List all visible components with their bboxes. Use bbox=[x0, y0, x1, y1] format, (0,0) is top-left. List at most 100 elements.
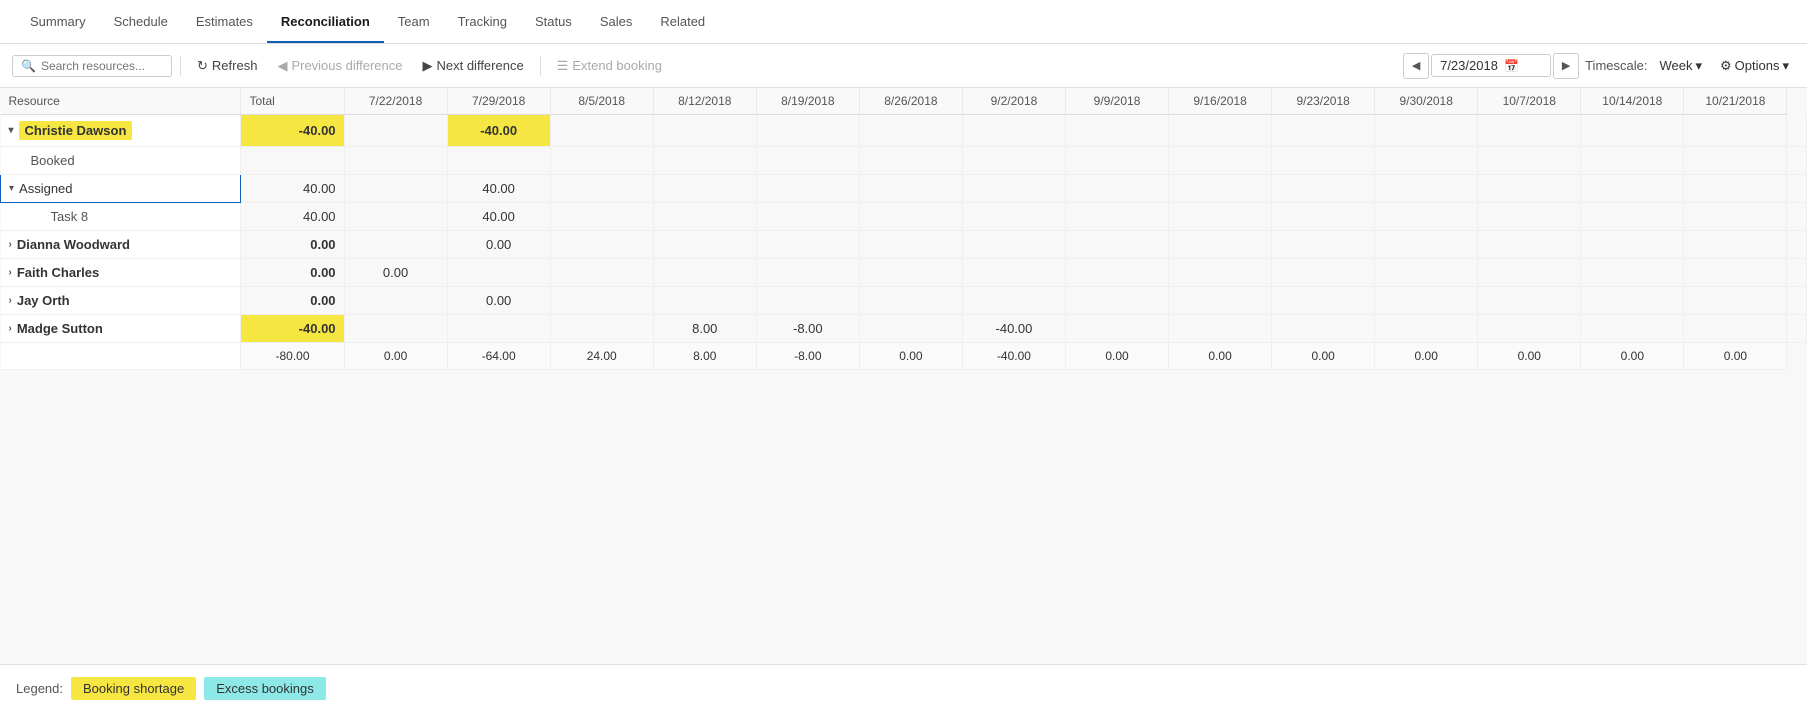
data-cell-2-8 bbox=[1169, 175, 1272, 203]
total-sum-12: 0.00 bbox=[1478, 343, 1581, 370]
data-cell-6-1: 0.00 bbox=[447, 287, 550, 315]
total-cell-6: 0.00 bbox=[241, 287, 344, 315]
search-box[interactable]: 🔍 bbox=[12, 55, 172, 77]
data-cell-4-0 bbox=[344, 231, 447, 259]
toolbar-separator-1 bbox=[180, 56, 181, 76]
data-cell-1-5 bbox=[859, 147, 962, 175]
nav-tab-schedule[interactable]: Schedule bbox=[100, 2, 182, 43]
data-cell-3-1: 40.00 bbox=[447, 203, 550, 231]
table-row: Task 840.0040.00 bbox=[1, 203, 1807, 231]
refresh-label: Refresh bbox=[212, 58, 258, 73]
nav-tab-summary[interactable]: Summary bbox=[16, 2, 100, 43]
total-sum-7: -40.00 bbox=[962, 343, 1065, 370]
gear-icon: ⚙ bbox=[1720, 58, 1732, 74]
data-cell-5-10 bbox=[1375, 259, 1478, 287]
data-cell-2-6 bbox=[962, 175, 1065, 203]
data-cell-6-14 bbox=[1787, 287, 1807, 315]
data-cell-7-4: -8.00 bbox=[756, 315, 859, 343]
total-sum-9: 0.00 bbox=[1169, 343, 1272, 370]
data-cell-5-7 bbox=[1065, 259, 1168, 287]
prev-difference-button[interactable]: ◀ Previous difference bbox=[269, 54, 410, 78]
col-header-12: 9/30/2018 bbox=[1375, 88, 1478, 115]
grid-header: ResourceTotal7/22/20187/29/20188/5/20188… bbox=[1, 88, 1807, 115]
resource-cell-7: › Madge Sutton bbox=[1, 315, 241, 343]
timescale-label: Timescale: bbox=[1585, 58, 1647, 73]
data-cell-1-4 bbox=[756, 147, 859, 175]
data-cell-2-10 bbox=[1375, 175, 1478, 203]
chevron-down-icon[interactable]: ▾ bbox=[9, 125, 14, 136]
extend-booking-button[interactable]: ☰ Extend booking bbox=[549, 54, 670, 78]
resource-name: ›Dianna Woodward bbox=[9, 237, 233, 252]
total-sum-14: 0.00 bbox=[1684, 343, 1787, 370]
resource-name: › Faith Charles bbox=[9, 265, 233, 280]
table-row[interactable]: ›Faith Charles0.000.00 bbox=[1, 259, 1807, 287]
data-cell-5-5 bbox=[859, 259, 962, 287]
nav-tab-status[interactable]: Status bbox=[521, 2, 586, 43]
data-cell-3-11 bbox=[1478, 203, 1581, 231]
nav-tab-related[interactable]: Related bbox=[646, 2, 719, 43]
refresh-button[interactable]: ↻ Refresh bbox=[189, 54, 265, 78]
next-difference-button[interactable]: ▶ Next difference bbox=[414, 54, 531, 78]
table-row[interactable]: ›Madge Sutton-40.008.00-8.00-40.00 bbox=[1, 315, 1807, 343]
data-cell-7-6: -40.00 bbox=[962, 315, 1065, 343]
nav-tab-team[interactable]: Team bbox=[384, 2, 444, 43]
data-cell-0-0 bbox=[344, 115, 447, 147]
timescale-select[interactable]: Week ▾ bbox=[1653, 55, 1708, 77]
data-cell-5-0: 0.00 bbox=[344, 259, 447, 287]
data-cell-6-5 bbox=[859, 287, 962, 315]
chevron-right-icon[interactable]: › bbox=[9, 323, 12, 334]
nav-tab-estimates[interactable]: Estimates bbox=[182, 2, 267, 43]
table-row[interactable]: ▾Assigned40.0040.00 bbox=[1, 175, 1807, 203]
data-cell-5-11 bbox=[1478, 259, 1581, 287]
col-header-14: 10/14/2018 bbox=[1581, 88, 1684, 115]
data-cell-4-7 bbox=[1065, 231, 1168, 259]
nav-tab-tracking[interactable]: Tracking bbox=[444, 2, 521, 43]
chevron-right-icon[interactable]: › bbox=[9, 267, 12, 278]
chevron-down-icon[interactable]: ▾ bbox=[9, 183, 14, 194]
data-cell-3-8 bbox=[1169, 203, 1272, 231]
nav-tab-sales[interactable]: Sales bbox=[586, 2, 647, 43]
table-row[interactable]: ▾Christie Dawson-40.00-40.00 bbox=[1, 115, 1807, 147]
date-prev-button[interactable]: ◀ bbox=[1403, 53, 1429, 79]
data-cell-3-5 bbox=[859, 203, 962, 231]
search-input[interactable] bbox=[41, 59, 163, 73]
data-cell-0-6 bbox=[962, 115, 1065, 147]
data-cell-2-14 bbox=[1787, 175, 1807, 203]
nav-tab-reconciliation[interactable]: Reconciliation bbox=[267, 2, 384, 43]
data-cell-0-1: -40.00 bbox=[447, 115, 550, 147]
data-cell-3-7 bbox=[1065, 203, 1168, 231]
data-cell-7-11 bbox=[1478, 315, 1581, 343]
data-cell-6-4 bbox=[756, 287, 859, 315]
data-cell-6-11 bbox=[1478, 287, 1581, 315]
table-row: Booked bbox=[1, 147, 1807, 175]
data-cell-7-1 bbox=[447, 315, 550, 343]
data-cell-0-8 bbox=[1169, 115, 1272, 147]
resource-name-text: Madge Sutton bbox=[17, 321, 103, 336]
grid-container[interactable]: ResourceTotal7/22/20187/29/20188/5/20188… bbox=[0, 88, 1807, 664]
chevron-right-icon[interactable]: › bbox=[9, 295, 12, 306]
data-cell-4-14 bbox=[1787, 231, 1807, 259]
chevron-right-icon[interactable]: › bbox=[9, 239, 12, 250]
total-cell-2: 40.00 bbox=[241, 175, 344, 203]
table-row[interactable]: ›Jay Orth0.000.00 bbox=[1, 287, 1807, 315]
date-box[interactable]: 7/23/2018 📅 bbox=[1431, 54, 1551, 77]
table-row[interactable]: ›Dianna Woodward0.000.00 bbox=[1, 231, 1807, 259]
data-cell-2-0 bbox=[344, 175, 447, 203]
data-cell-2-13 bbox=[1684, 175, 1787, 203]
data-cell-5-3 bbox=[653, 259, 756, 287]
options-button[interactable]: ⚙ Options ▾ bbox=[1714, 55, 1795, 77]
data-cell-5-9 bbox=[1272, 259, 1375, 287]
col-header-7: 8/26/2018 bbox=[859, 88, 962, 115]
date-next-button[interactable]: ▶ bbox=[1553, 53, 1579, 79]
data-cell-3-3 bbox=[653, 203, 756, 231]
resource-name-text: Faith Charles bbox=[17, 265, 99, 280]
total-sum-1: 0.00 bbox=[344, 343, 447, 370]
data-cell-3-6 bbox=[962, 203, 1065, 231]
resource-cell-1: Booked bbox=[1, 147, 241, 175]
resource-cell-2: ▾Assigned bbox=[1, 175, 241, 203]
data-cell-1-9 bbox=[1272, 147, 1375, 175]
data-cell-1-2 bbox=[550, 147, 653, 175]
data-cell-0-10 bbox=[1375, 115, 1478, 147]
data-cell-1-12 bbox=[1581, 147, 1684, 175]
next-arrow-icon: ▶ bbox=[422, 58, 432, 74]
